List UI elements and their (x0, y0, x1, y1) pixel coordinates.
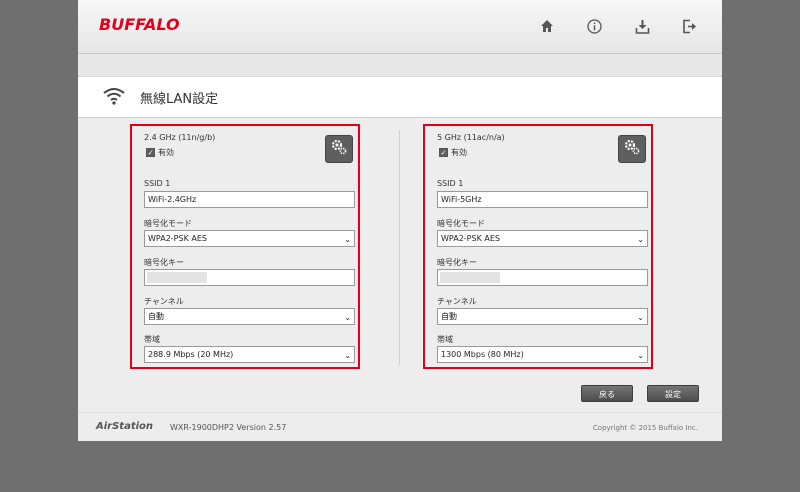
chevron-down-icon: ⌄ (637, 235, 644, 244)
airstation-logo: AirStation (96, 421, 154, 432)
apply-button[interactable]: 設定 (647, 385, 699, 402)
sub-bar (78, 54, 722, 77)
panel-2-4ghz: 2.4 GHz (11n/g/b) ✓ 有効 SSID 1 WiFi-2.4GH… (130, 124, 360, 369)
bandwidth-label: 帯域 (144, 335, 160, 344)
enable-label: 有効 (451, 148, 467, 157)
header-bar: BUFFALO (78, 0, 722, 54)
advanced-settings-button[interactable] (618, 135, 646, 163)
channel-value: 自動 (148, 312, 164, 321)
chevron-down-icon: ⌄ (344, 313, 351, 322)
encryption-mode-value: WPA2-PSK AES (441, 234, 500, 243)
band-label: 5 GHz (11ac/n/a) (437, 133, 505, 142)
model-version: WXR-1900DHP2 Version 2.57 (170, 423, 287, 432)
page-title: 無線LAN設定 (140, 92, 219, 107)
gears-icon (623, 138, 641, 160)
channel-label: チャンネル (144, 297, 184, 306)
masked-key (440, 272, 500, 283)
encryption-mode-value: WPA2-PSK AES (148, 234, 207, 243)
channel-label: チャンネル (437, 297, 477, 306)
ssid-input[interactable]: WiFi-5GHz (437, 191, 648, 208)
channel-value: 自動 (441, 312, 457, 321)
wifi-icon (102, 86, 126, 110)
channel-select[interactable]: 自動 ⌄ (437, 308, 648, 325)
back-button[interactable]: 戻る (581, 385, 633, 402)
footer-divider (78, 412, 722, 413)
encryption-key-input[interactable] (144, 269, 355, 286)
panel-5ghz: 5 GHz (11ac/n/a) ✓ 有効 SSID 1 WiFi-5GHz 暗… (423, 124, 653, 369)
masked-key (147, 272, 207, 283)
encryption-key-label: 暗号化キー (144, 258, 184, 267)
logout-icon[interactable] (679, 16, 699, 36)
ssid-label: SSID 1 (437, 179, 464, 188)
router-admin-frame: BUFFALO 無線LAN設定 2.4 GHz (11n/g/b) ✓ 有効 S… (78, 0, 722, 441)
bandwidth-label: 帯域 (437, 335, 453, 344)
encryption-mode-select[interactable]: WPA2-PSK AES ⌄ (144, 230, 355, 247)
bandwidth-select[interactable]: 288.9 Mbps (20 MHz) ⌄ (144, 346, 355, 363)
chevron-down-icon: ⌄ (637, 351, 644, 360)
chevron-down-icon: ⌄ (637, 313, 644, 322)
ssid-label: SSID 1 (144, 179, 171, 188)
home-icon[interactable] (537, 16, 557, 36)
buffalo-logo: BUFFALO (99, 15, 180, 34)
enable-checkbox-row[interactable]: ✓ 有効 (146, 147, 174, 158)
chevron-down-icon: ⌄ (344, 235, 351, 244)
copyright-text: Copyright © 2015 Buffalo Inc. (592, 424, 698, 432)
page-title-bar: 無線LAN設定 (78, 77, 722, 118)
download-icon[interactable] (632, 16, 652, 36)
band-label: 2.4 GHz (11n/g/b) (144, 133, 216, 142)
advanced-settings-button[interactable] (325, 135, 353, 163)
info-icon[interactable] (584, 16, 604, 36)
ssid-input[interactable]: WiFi-2.4GHz (144, 191, 355, 208)
enable-checkbox[interactable]: ✓ (439, 148, 448, 157)
encryption-key-label: 暗号化キー (437, 258, 477, 267)
bandwidth-select[interactable]: 1300 Mbps (80 MHz) ⌄ (437, 346, 648, 363)
encryption-mode-select[interactable]: WPA2-PSK AES ⌄ (437, 230, 648, 247)
enable-checkbox[interactable]: ✓ (146, 148, 155, 157)
panel-divider (399, 130, 400, 365)
encryption-mode-label: 暗号化モード (144, 219, 192, 228)
channel-select[interactable]: 自動 ⌄ (144, 308, 355, 325)
chevron-down-icon: ⌄ (344, 351, 351, 360)
enable-checkbox-row[interactable]: ✓ 有効 (439, 147, 467, 158)
enable-label: 有効 (158, 148, 174, 157)
bandwidth-value: 288.9 Mbps (20 MHz) (148, 350, 234, 359)
gears-icon (330, 138, 348, 160)
bandwidth-value: 1300 Mbps (80 MHz) (441, 350, 524, 359)
encryption-key-input[interactable] (437, 269, 648, 286)
encryption-mode-label: 暗号化モード (437, 219, 485, 228)
